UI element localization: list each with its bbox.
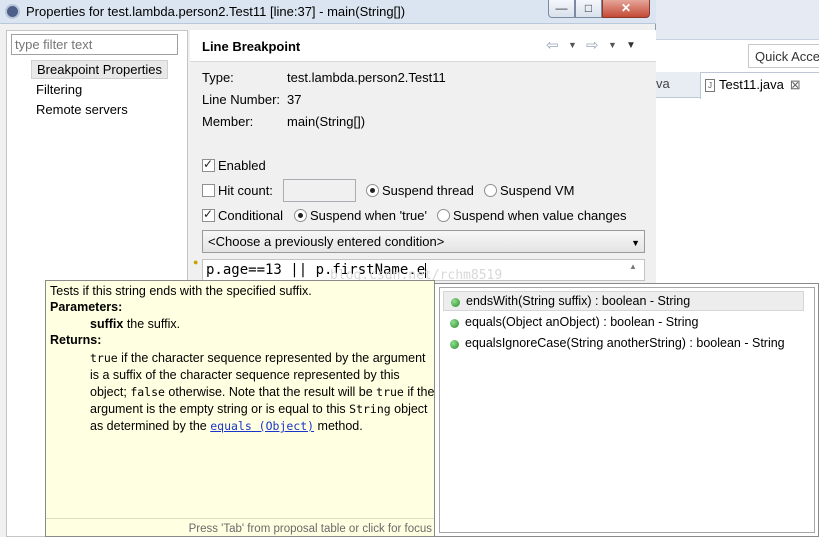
- page-title: Line Breakpoint: [202, 39, 301, 54]
- member-value: main(String[]): [287, 114, 366, 129]
- proposal-list: endsWith(String suffix) : boolean - Stri…: [439, 287, 815, 533]
- suspend-when-changes-radio[interactable]: [437, 209, 450, 222]
- quick-access-field[interactable]: Quick Acces: [748, 44, 819, 68]
- code-true-2: true: [376, 385, 404, 399]
- suspend-when-true-radio[interactable]: [294, 209, 307, 222]
- chevron-down-icon: ▼: [631, 238, 640, 248]
- doc-summary: Tests if this string ends with the speci…: [50, 284, 312, 298]
- javadoc-popup[interactable]: Tests if this string ends with the speci…: [45, 280, 436, 537]
- doc-returns-text: true if the character sequence represent…: [90, 350, 435, 435]
- doc-param-desc: the suffix.: [123, 317, 181, 331]
- type-label: Type:: [202, 70, 234, 85]
- editor-scroll-up-icon[interactable]: ▲: [629, 262, 637, 271]
- minimize-button[interactable]: —: [548, 0, 575, 18]
- proposal-label: equalsIgnoreCase(String anotherString) :…: [465, 336, 785, 350]
- code-false: false: [130, 385, 165, 399]
- editor-tab-test11[interactable]: J Test11.java ⊠: [700, 72, 819, 99]
- view-menu-icon[interactable]: ▼: [626, 40, 636, 51]
- proposal-label: equals(Object anObject) : boolean - Stri…: [465, 315, 699, 329]
- equals-link[interactable]: equals (Object): [210, 419, 314, 433]
- suspend-when-changes-label: Suspend when value changes: [453, 208, 627, 223]
- dialog-title: Properties for test.lambda.person2.Test1…: [26, 4, 406, 19]
- forward-dropdown-icon[interactable]: ▼: [608, 40, 617, 50]
- nav-item-breakpoint-properties[interactable]: Breakpoint Properties: [31, 60, 169, 79]
- doc-text-2: otherwise. Note that the result will be: [164, 385, 377, 399]
- condition-history-value: <Choose a previously entered condition>: [208, 234, 445, 249]
- nav-item-remote-servers[interactable]: Remote servers: [31, 101, 133, 118]
- doc-footer-hint: Press 'Tab' from proposal table or click…: [46, 518, 436, 537]
- enabled-checkbox[interactable]: [202, 157, 215, 172]
- hit-count-label: Hit count:: [218, 183, 273, 198]
- lightbulb-icon: ●: [193, 257, 199, 267]
- type-value: test.lambda.person2.Test11: [287, 70, 446, 85]
- forward-arrow-icon[interactable]: ⇨: [586, 36, 599, 54]
- editor-tab-partial[interactable]: va: [656, 76, 670, 91]
- doc-param-name: suffix: [90, 317, 124, 331]
- proposal-item[interactable]: endsWith(String suffix) : boolean - Stri…: [443, 291, 804, 311]
- doc-returns-heading: Returns:: [50, 333, 102, 347]
- proposal-item[interactable]: equals(Object anObject) : boolean - Stri…: [443, 313, 804, 333]
- code-string: String: [349, 402, 391, 416]
- code-true: true: [90, 351, 118, 365]
- maximize-button[interactable]: □: [575, 0, 602, 18]
- hit-count-checkbox[interactable]: [202, 184, 215, 197]
- public-method-icon: [450, 319, 459, 328]
- line-number-value: 37: [287, 92, 302, 107]
- enabled-label: Enabled: [218, 158, 266, 173]
- condition-history-combo[interactable]: <Choose a previously entered condition> …: [202, 230, 645, 253]
- line-number-label: Line Number:: [202, 92, 281, 107]
- suspend-vm-label: Suspend VM: [500, 183, 575, 198]
- doc-text-5: method.: [314, 419, 363, 433]
- ide-toolbar: [656, 0, 819, 40]
- filter-input[interactable]: [11, 34, 178, 55]
- public-method-icon: [451, 298, 460, 307]
- editor-tab-label: Test11.java: [719, 77, 784, 92]
- content-assist-popup: endsWith(String suffix) : boolean - Stri…: [434, 283, 819, 537]
- suspend-thread-label: Suspend thread: [382, 183, 474, 198]
- back-arrow-icon[interactable]: ⇦: [546, 36, 559, 54]
- doc-parameters-heading: Parameters:: [50, 300, 123, 314]
- public-method-icon: [450, 340, 459, 349]
- eclipse-icon: [5, 4, 20, 19]
- close-tab-icon[interactable]: ⊠: [790, 77, 801, 92]
- proposal-item[interactable]: equalsIgnoreCase(String anotherString) :…: [443, 334, 804, 354]
- back-dropdown-icon[interactable]: ▼: [568, 40, 577, 50]
- suspend-when-true-label: Suspend when 'true': [310, 208, 427, 223]
- conditional-label: Conditional: [218, 208, 284, 223]
- suspend-vm-radio[interactable]: [484, 184, 497, 197]
- proposal-label: endsWith(String suffix) : boolean - Stri…: [466, 294, 691, 308]
- close-button[interactable]: ✕: [602, 0, 650, 18]
- nav-item-filtering[interactable]: Filtering: [31, 81, 87, 98]
- doc-param: suffix the suffix.: [90, 317, 180, 331]
- conditional-checkbox[interactable]: [202, 207, 215, 222]
- suspend-thread-radio[interactable]: [366, 184, 379, 197]
- member-label: Member:: [202, 114, 254, 129]
- java-file-icon: J: [705, 79, 715, 93]
- hit-count-input[interactable]: [283, 179, 356, 202]
